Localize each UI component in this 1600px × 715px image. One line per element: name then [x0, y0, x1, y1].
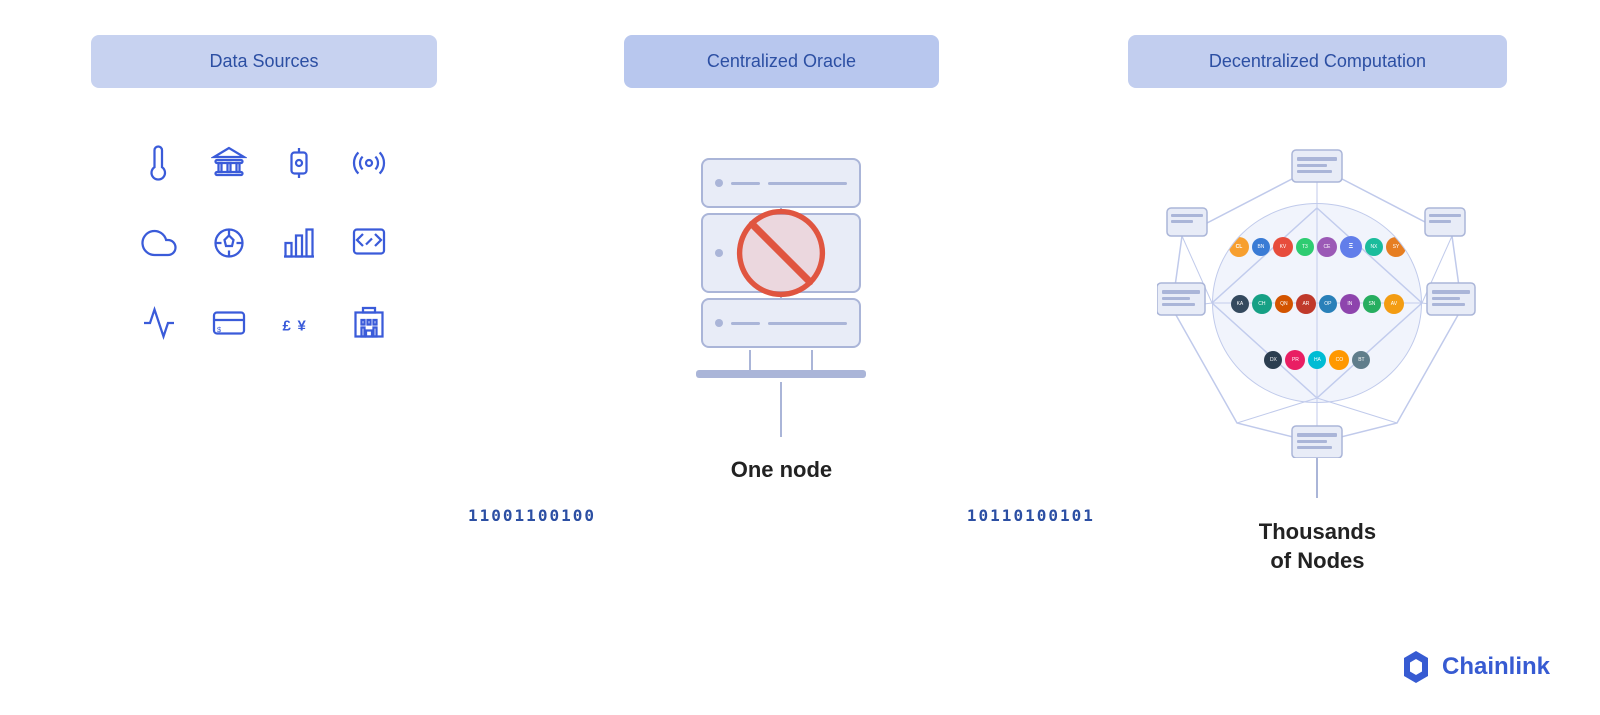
logo-eth: Ξ [1340, 236, 1362, 258]
binary-left: 11001100100 [468, 506, 596, 525]
server-line6 [768, 322, 847, 325]
vertical-line-center [780, 382, 782, 437]
logo-5: CE [1317, 237, 1337, 257]
server-line [731, 182, 760, 185]
server-stand [749, 350, 813, 370]
data-sources-icons: $ £¥ [129, 128, 399, 358]
main-layout: Data Sources [0, 0, 1600, 715]
centralized-oracle-header: Centralized Oracle [624, 35, 939, 88]
logo-8: KA [1231, 295, 1249, 313]
graph-icon [129, 288, 189, 358]
chart-bar-icon [269, 208, 329, 278]
svg-text:£: £ [283, 318, 292, 335]
logo-15: AV [1384, 294, 1404, 314]
payment-icon: $ [199, 288, 259, 358]
chainlink-text: Chainlink [1442, 653, 1550, 681]
server-top [701, 158, 861, 208]
centralized-oracle-label: Centralized Oracle [707, 51, 856, 71]
currency-icon: £¥ [269, 288, 329, 358]
thousands-of-nodes-label: Thousands of Nodes [1259, 518, 1376, 575]
logo-19: CO [1329, 350, 1349, 370]
binary-right: 10110100101 [967, 506, 1095, 525]
data-sources-label: Data Sources [209, 51, 318, 71]
cloud-icon [129, 208, 189, 278]
decentralized-label: Decentralized Computation [1209, 51, 1426, 71]
vertical-line-right [1316, 458, 1318, 498]
logo-14: SN [1363, 295, 1381, 313]
decentralized-header: Decentralized Computation [1128, 35, 1506, 88]
bank-icon [199, 128, 259, 198]
logo-16: DX [1264, 351, 1282, 369]
centralized-oracle-column: Centralized Oracle [596, 35, 967, 715]
code-icon [339, 208, 399, 278]
logos-circle: CL BN KV T3 CE Ξ NX SY KA CH QN AR OP IN… [1212, 203, 1422, 403]
logo-18: HA [1308, 351, 1326, 369]
server-base [696, 370, 866, 378]
data-sources-column: Data Sources [60, 35, 468, 715]
smartwatch-icon [269, 128, 329, 198]
server-middle-group [701, 213, 861, 293]
building-icon [339, 288, 399, 358]
server-line2 [768, 182, 847, 185]
stand-leg-left [749, 350, 751, 370]
binary-left-container: 11001100100 [468, 305, 596, 715]
no-entry-sign [736, 208, 826, 298]
network-diagram: CL BN KV T3 CE Ξ NX SY KA CH QN AR OP IN… [1157, 148, 1477, 458]
logo-11: AR [1296, 294, 1316, 314]
stand-leg-right [811, 350, 813, 370]
decentralized-column: Decentralized Computation [1095, 35, 1540, 715]
server-dot3 [715, 319, 723, 327]
logo-3: KV [1273, 237, 1293, 257]
server-dot2 [715, 249, 723, 257]
server-bottom [701, 298, 861, 348]
logo-9: CH [1252, 294, 1272, 314]
chainlink-icon [1400, 649, 1432, 685]
chainlink-branding: Chainlink [1400, 649, 1550, 685]
logo-20: BT [1352, 351, 1370, 369]
server-line5 [731, 322, 760, 325]
logo-12: OP [1319, 295, 1337, 313]
logo-6: NX [1365, 238, 1383, 256]
soccer-icon [199, 208, 259, 278]
satellite-icon [339, 128, 399, 198]
logo-17: PR [1285, 350, 1305, 370]
server-stack [696, 158, 866, 378]
server-dot [715, 179, 723, 187]
logo-4: T3 [1296, 238, 1314, 256]
thermometer-icon [129, 128, 189, 198]
binary-right-container: 10110100101 [967, 305, 1095, 715]
logo-2: BN [1252, 238, 1270, 256]
logo-10: QN [1275, 295, 1293, 313]
data-sources-header: Data Sources [91, 35, 438, 88]
one-node-label: One node [731, 457, 832, 483]
logo-13: IN [1340, 294, 1360, 314]
svg-text:¥: ¥ [298, 318, 307, 335]
